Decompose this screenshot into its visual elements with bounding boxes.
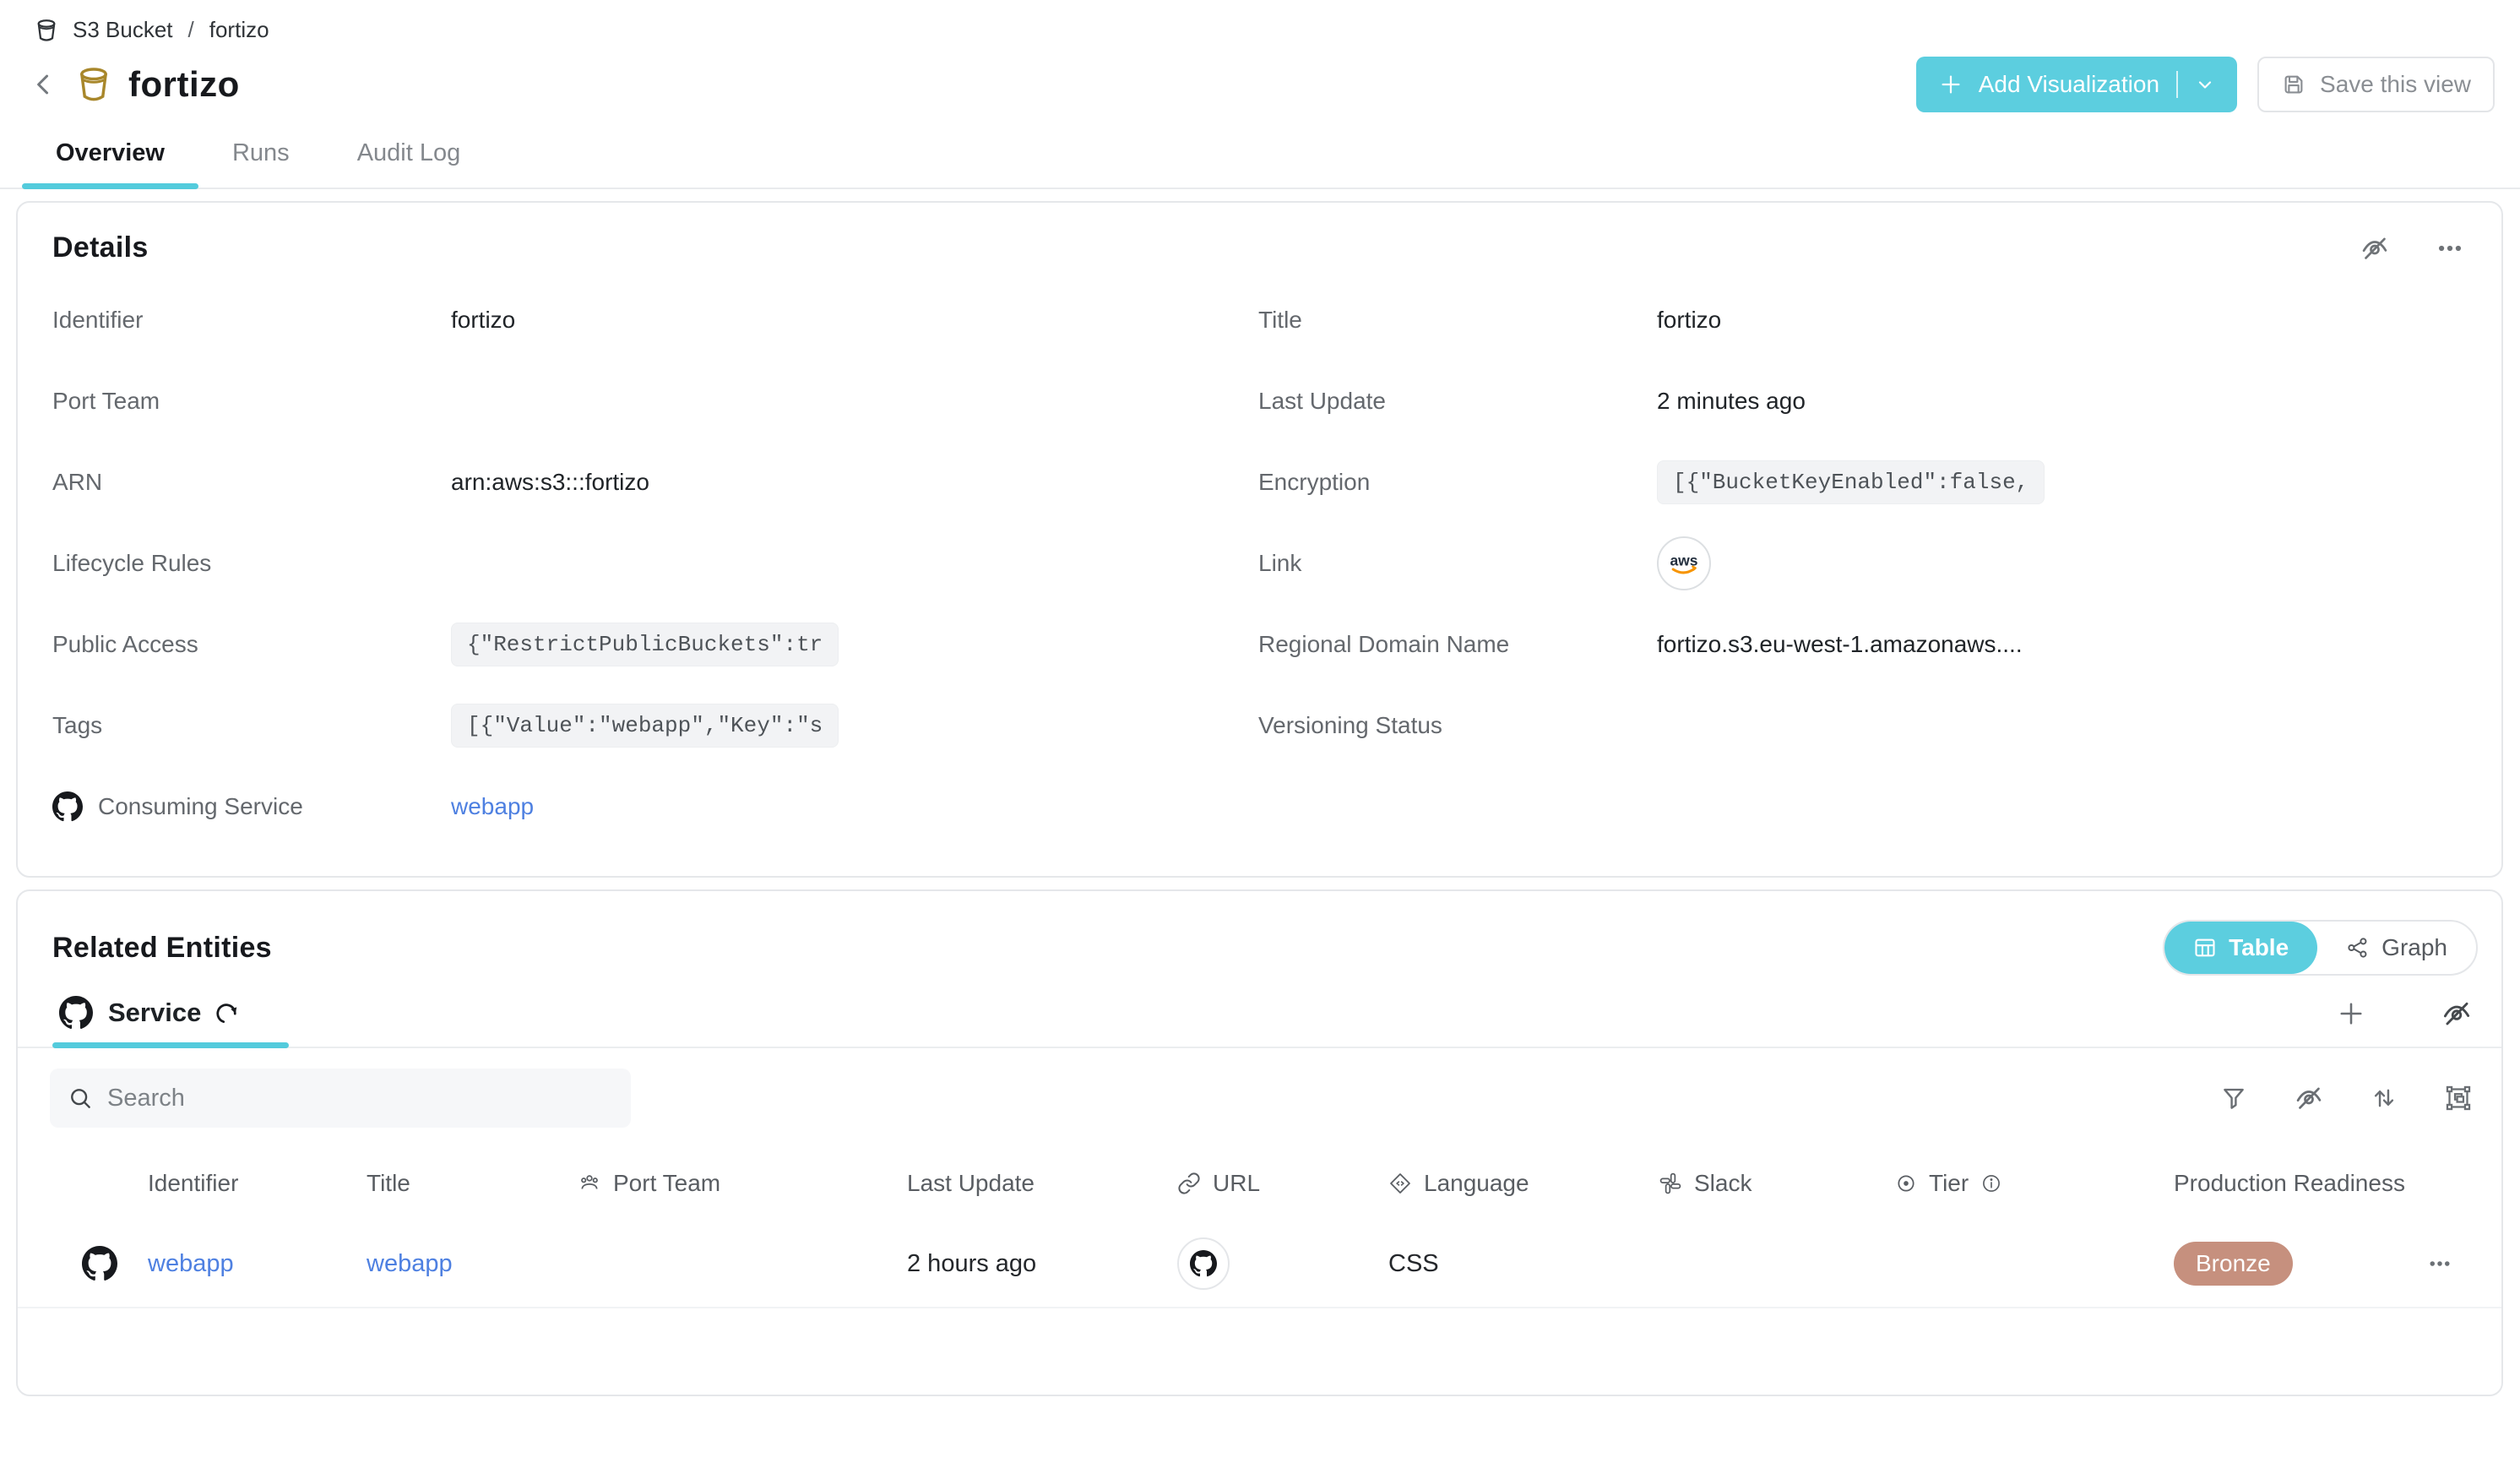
add-visualization-button[interactable]: Add Visualization [1916, 57, 2237, 112]
row-more-options-icon[interactable] [2427, 1251, 2452, 1276]
page-title: fortizo [128, 64, 240, 105]
search-box[interactable] [50, 1069, 631, 1128]
field-port-team: Port Team [52, 361, 1258, 442]
table-view-toggle[interactable]: Table [2164, 922, 2317, 974]
table-row[interactable]: webapp webapp 2 hours ago CSS Bronze [18, 1221, 2501, 1308]
col-title[interactable]: Title [367, 1170, 578, 1197]
row-identifier-link[interactable]: webapp [148, 1250, 234, 1278]
col-port-team[interactable]: Port Team [578, 1170, 907, 1197]
tab-audit-log[interactable]: Audit Log [323, 139, 495, 188]
plus-icon [1938, 72, 1963, 97]
field-last-update: Last Update 2 minutes ago [1258, 361, 2464, 442]
field-link: Link aws [1258, 523, 2464, 604]
related-tabs-row: Service [18, 996, 2501, 1048]
add-related-entity-button[interactable] [2336, 998, 2366, 1029]
related-entities-card: Related Entities Table Gra [16, 889, 2503, 1396]
consuming-service-link[interactable]: webapp [451, 793, 534, 820]
s3-bucket-icon [74, 65, 113, 104]
row-title-link[interactable]: webapp [367, 1250, 453, 1278]
col-slack[interactable]: Slack [1659, 1170, 1895, 1197]
header-actions: Add Visualization Save this view [1916, 57, 2495, 112]
table-icon [2193, 936, 2217, 960]
hide-empty-values-icon[interactable] [2360, 233, 2390, 264]
group-by-icon[interactable] [2444, 1084, 2473, 1112]
breadcrumb-blueprint[interactable]: S3 Bucket [73, 17, 173, 43]
production-readiness-badge: Bronze [2174, 1242, 2293, 1286]
field-encryption: Encryption [{"BucketKeyEnabled":false, [1258, 442, 2464, 523]
field-regional-domain-name: Regional Domain Name fortizo.s3.eu-west-… [1258, 604, 2464, 685]
tab-overview[interactable]: Overview [22, 139, 198, 188]
github-icon [59, 996, 93, 1030]
table-controls-row [50, 1069, 2473, 1128]
breadcrumb-separator: / [187, 17, 196, 43]
github-icon [52, 791, 83, 822]
team-icon [578, 1172, 601, 1195]
details-card-header: Details [18, 203, 2501, 264]
relation-direction-icon [216, 1000, 242, 1025]
field-public-access: Public Access {"RestrictPublicBuckets":t… [52, 604, 1258, 685]
row-last-update: 2 hours ago [907, 1250, 1177, 1278]
entity-tabs: Overview Runs Audit Log [0, 139, 2520, 189]
field-title: Title fortizo [1258, 280, 2464, 361]
col-language[interactable]: Language [1388, 1170, 1659, 1197]
details-card: Details Identifier fortizo Port Team ARN… [16, 201, 2503, 878]
bucket-icon [34, 18, 59, 43]
graph-icon [2346, 936, 2370, 960]
save-this-view-button[interactable]: Save this view [2257, 57, 2495, 112]
field-consuming-service: Consuming Service webapp [52, 766, 1258, 847]
slack-icon [1659, 1172, 1682, 1195]
button-divider [2176, 71, 2178, 98]
related-entities-header: Related Entities Table Gra [18, 891, 2501, 976]
sort-icon[interactable] [2370, 1084, 2398, 1112]
hide-columns-icon[interactable] [2294, 1083, 2324, 1113]
field-identifier: Identifier fortizo [52, 280, 1258, 361]
details-title: Details [52, 231, 149, 264]
col-production-readiness[interactable]: Production Readiness [2174, 1170, 2427, 1197]
entity-header: fortizo Add Visualization Save this view [0, 43, 2520, 112]
field-lifecycle-rules: Lifecycle Rules [52, 523, 1258, 604]
aws-link-badge[interactable]: aws [1657, 536, 1711, 590]
row-blueprint-icon [52, 1246, 148, 1281]
related-entities-table: Identifier Title Port Team Last Update [18, 1156, 2501, 1308]
field-arn: ARN arn:aws:s3:::fortizo [52, 442, 1258, 523]
code-diamond-icon [1388, 1172, 1412, 1195]
view-toggle: Table Graph [2163, 920, 2478, 976]
col-last-update[interactable]: Last Update [907, 1170, 1177, 1197]
row-github-url-link[interactable] [1177, 1237, 1230, 1290]
field-tags: Tags [{"Value":"webapp","Key":"s [52, 685, 1258, 766]
tab-service[interactable]: Service [52, 996, 289, 1047]
breadcrumb: S3 Bucket / fortizo [0, 0, 2520, 43]
save-icon [2281, 72, 2306, 97]
tab-runs[interactable]: Runs [198, 139, 323, 188]
related-entities-title: Related Entities [52, 932, 272, 965]
add-visualization-label: Add Visualization [1979, 71, 2159, 98]
target-icon [1895, 1172, 1917, 1194]
save-this-view-label: Save this view [2320, 71, 2471, 98]
graph-view-toggle[interactable]: Graph [2317, 922, 2476, 974]
link-icon [1177, 1172, 1201, 1195]
table-header-row: Identifier Title Port Team Last Update [18, 1156, 2501, 1210]
field-versioning-status: Versioning Status [1258, 685, 2464, 766]
breadcrumb-entity[interactable]: fortizo [209, 17, 269, 43]
more-options-icon[interactable] [2436, 234, 2464, 263]
row-language: CSS [1388, 1250, 1659, 1278]
filter-icon[interactable] [2219, 1084, 2248, 1112]
back-button[interactable] [25, 66, 62, 103]
details-grid: Identifier fortizo Port Team ARN arn:aws… [18, 264, 2501, 876]
search-icon [67, 1085, 94, 1112]
col-tier[interactable]: Tier [1895, 1170, 2174, 1197]
search-input[interactable] [107, 1085, 614, 1112]
chevron-down-icon[interactable] [2195, 74, 2215, 95]
col-identifier[interactable]: Identifier [148, 1170, 367, 1197]
info-icon[interactable] [1980, 1172, 2002, 1194]
col-url[interactable]: URL [1177, 1170, 1388, 1197]
hide-empty-columns-icon[interactable] [2441, 998, 2473, 1030]
